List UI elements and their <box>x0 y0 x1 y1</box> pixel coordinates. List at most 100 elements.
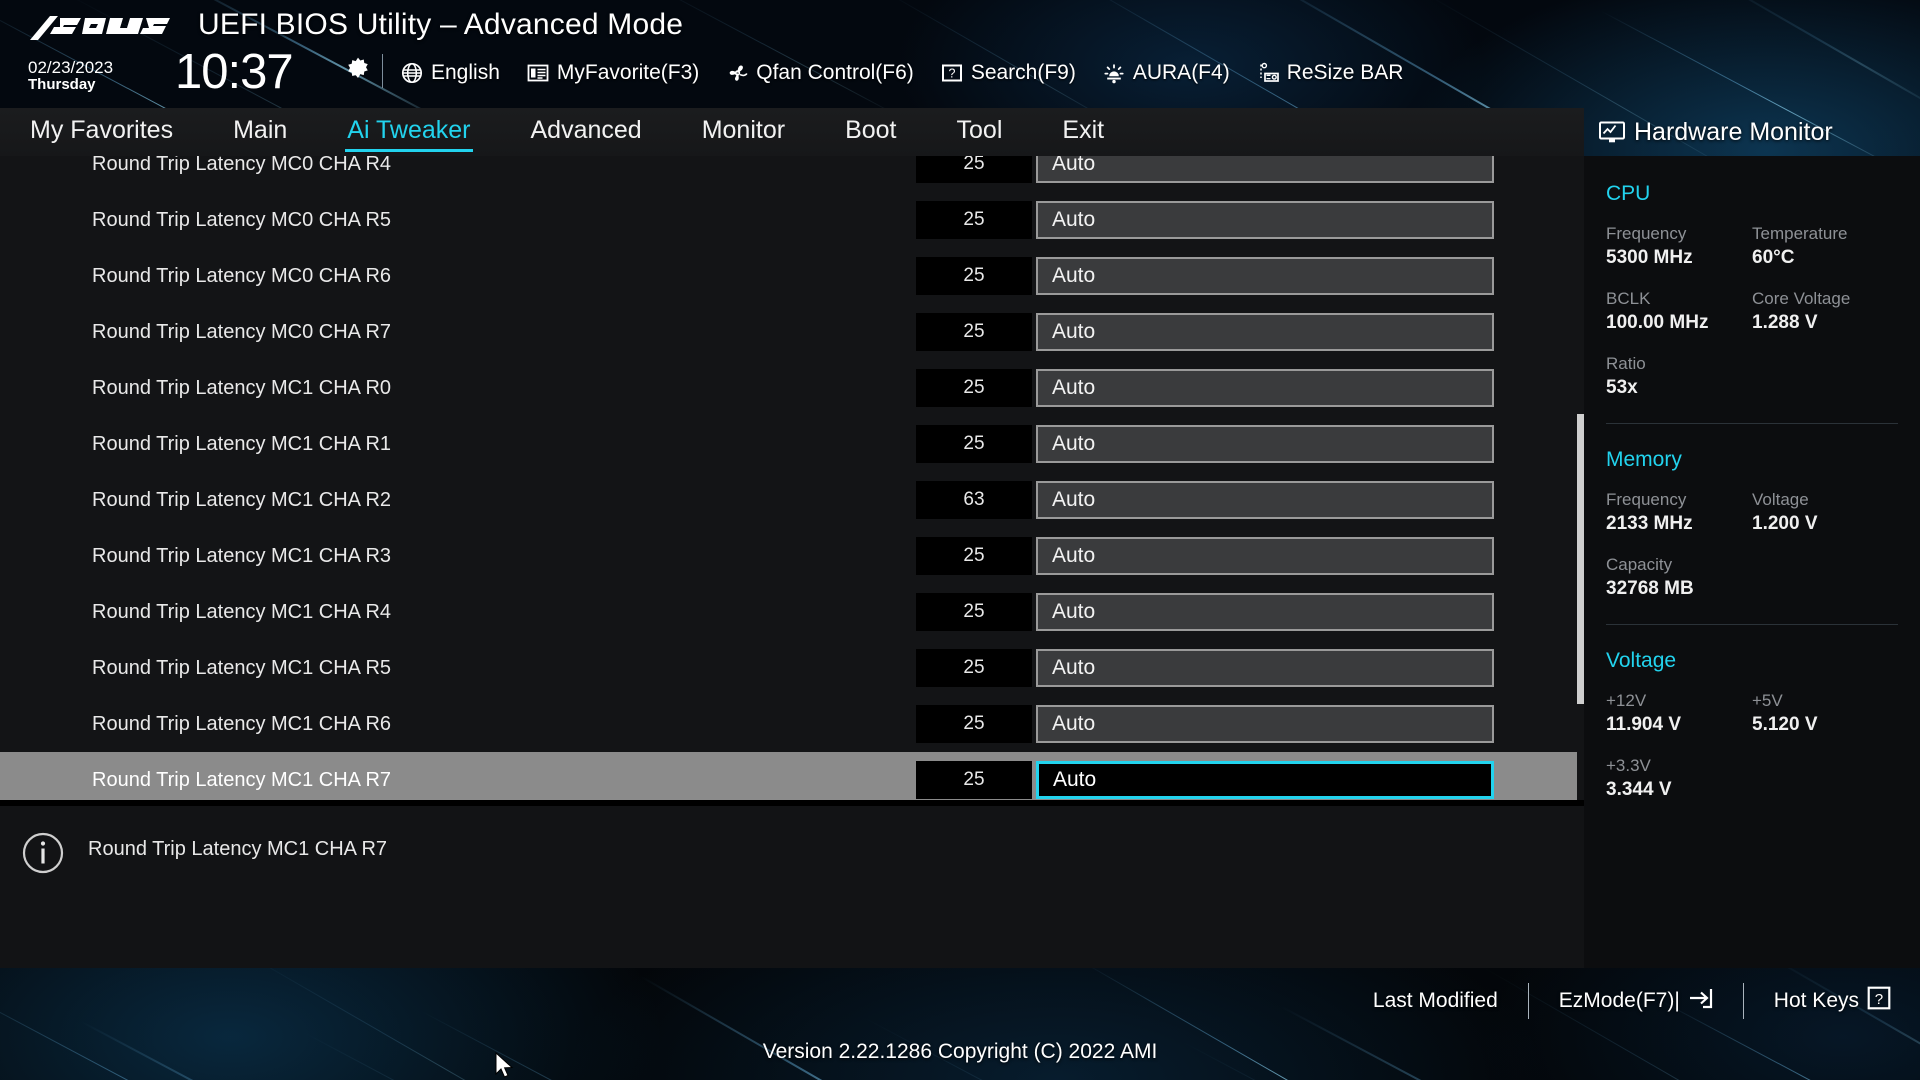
setting-row[interactable]: Round Trip Latency MC0 CHA R5 25Auto <box>0 192 1584 248</box>
hotkeys-button[interactable]: Hot Keys ? <box>1774 985 1892 1017</box>
gear-icon[interactable] <box>345 56 371 82</box>
asus-logo <box>28 10 178 48</box>
toolbar-item-qfan-control[interactable]: Qfan Control(F6) <box>725 61 914 85</box>
setting-label: Round Trip Latency MC1 CHA R7 <box>92 769 391 792</box>
setting-row[interactable]: Round Trip Latency MC1 CHA R625Auto <box>0 696 1584 752</box>
hw-metric-value: 32768 MB <box>1606 578 1898 600</box>
hw-metric-label: Ratio <box>1606 354 1898 374</box>
hw-metric-label: +12V <box>1606 691 1752 711</box>
hw-metric-label: +3.3V <box>1606 756 1898 776</box>
hw-metric-label: Temperature <box>1752 224 1898 244</box>
setting-label: Round Trip Latency MC1 CHA R6 <box>92 713 391 736</box>
weekday-value: Thursday <box>28 77 113 94</box>
ezmode-button[interactable]: EzMode(F7)| <box>1559 987 1713 1015</box>
arrow-right-box-icon <box>1687 987 1713 1015</box>
toolbar-item-resize-bar[interactable]: ReSize BAR <box>1256 61 1404 85</box>
hw-metric-value: 1.288 V <box>1752 312 1898 334</box>
setting-value-field[interactable]: Auto <box>1036 481 1494 519</box>
setting-current-value: 25 <box>916 537 1032 575</box>
nav-tab-my-favorites[interactable]: My Favorites <box>30 116 173 149</box>
setting-current-value: 25 <box>916 201 1032 239</box>
question-box-icon: ? <box>940 61 964 85</box>
setting-label: Round Trip Latency MC0 CHA R4 <box>92 156 391 176</box>
hw-metric-value: 100.00 MHz <box>1606 312 1752 334</box>
setting-row[interactable]: Round Trip Latency MC0 CHA R625Auto <box>0 248 1584 304</box>
setting-value-field[interactable]: Auto <box>1036 593 1494 631</box>
setting-current-value: 25 <box>916 156 1032 183</box>
header: UEFI BIOS Utility – Advanced Mode 02/23/… <box>0 0 1920 108</box>
nav-tab-monitor[interactable]: Monitor <box>702 116 785 149</box>
setting-row[interactable]: Round Trip Latency MC1 CHA R025Auto <box>0 360 1584 416</box>
setting-label: Round Trip Latency MC1 CHA R5 <box>92 657 391 680</box>
setting-row[interactable]: Round Trip Latency MC1 CHA R525Auto <box>0 640 1584 696</box>
hw-metric: Ratio53x <box>1606 354 1898 399</box>
question-box-icon: ? <box>1866 985 1892 1017</box>
page-title: UEFI BIOS Utility – Advanced Mode <box>198 8 683 42</box>
header-divider <box>382 54 383 88</box>
setting-value-field[interactable]: Auto <box>1036 257 1494 295</box>
setting-value-field[interactable]: Auto <box>1036 537 1494 575</box>
setting-row[interactable]: Round Trip Latency MC1 CHA R7 25Auto <box>0 752 1584 800</box>
hw-metric-label: Frequency <box>1606 490 1752 510</box>
setting-row[interactable]: Round Trip Latency MC1 CHA R425Auto <box>0 584 1584 640</box>
setting-current-value: 25 <box>916 761 1032 799</box>
fan-icon <box>725 61 749 85</box>
vertical-scrollbar[interactable] <box>1577 156 1584 800</box>
toolbar-item-language[interactable]: English <box>400 61 500 85</box>
setting-value-field[interactable]: Auto <box>1036 705 1494 743</box>
setting-value-field[interactable]: Auto <box>1036 156 1494 183</box>
hardware-monitor-body: CPUFrequency5300 MHzTemperature60°CBCLK1… <box>1584 156 1920 968</box>
footer-divider <box>1743 983 1744 1019</box>
setting-label: Round Trip Latency MC0 CHA R5 <box>92 209 391 232</box>
nav-tab-main[interactable]: Main <box>233 116 287 149</box>
toolbar-item-aura[interactable]: AURA(F4) <box>1102 61 1230 85</box>
setting-value-field[interactable]: Auto <box>1036 313 1494 351</box>
nav-tab-tool[interactable]: Tool <box>957 116 1003 149</box>
setting-row[interactable]: Round Trip Latency MC0 CHA R4 25Auto <box>0 156 1584 192</box>
hw-section-title-cpu: CPU <box>1606 182 1898 206</box>
bios-window: UEFI BIOS Utility – Advanced Mode 02/23/… <box>0 0 1920 1080</box>
setting-current-value: 25 <box>916 425 1032 463</box>
hw-section-grid: +12V11.904 V+5V5.120 V+3.3V3.344 V <box>1606 691 1898 821</box>
setting-value-field[interactable]: Auto <box>1036 761 1494 799</box>
hw-metric-value: 5.120 V <box>1752 714 1898 736</box>
hw-metric: +3.3V 3.344 V <box>1606 756 1898 801</box>
last-modified-button[interactable]: Last Modified <box>1373 989 1498 1013</box>
setting-label: Round Trip Latency MC0 CHA R6 <box>92 265 391 288</box>
hw-metric: Core Voltage1.288 V <box>1752 289 1898 334</box>
setting-row[interactable]: Round Trip Latency MC1 CHA R125Auto <box>0 416 1584 472</box>
ezmode-label: EzMode(F7)| <box>1559 989 1680 1013</box>
nav-tab-ai-tweaker[interactable]: Ai Tweaker <box>347 116 470 149</box>
hw-metric-label: Capacity <box>1606 555 1898 575</box>
toolbar-label-language: English <box>431 61 500 85</box>
nav-tab-exit[interactable]: Exit <box>1062 116 1104 149</box>
nav-tab-advanced[interactable]: Advanced <box>531 116 642 149</box>
setting-row[interactable]: Round Trip Latency MC1 CHA R263Auto <box>0 472 1584 528</box>
hardware-monitor-header: Hardware Monitor <box>1584 108 1920 156</box>
aura-light-icon <box>1102 61 1126 85</box>
date-value: 02/23/2023 <box>28 58 113 77</box>
globe-icon <box>400 61 424 85</box>
hw-metric-value: 5300 MHz <box>1606 247 1752 269</box>
setting-value-field[interactable]: Auto <box>1036 649 1494 687</box>
monitor-chart-icon <box>1598 120 1626 144</box>
setting-current-value: 25 <box>916 313 1032 351</box>
help-info-bar: Round Trip Latency MC1 CHA R7 <box>0 800 1584 968</box>
nav-tab-boot[interactable]: Boot <box>845 116 896 149</box>
setting-value-field[interactable]: Auto <box>1036 369 1494 407</box>
setting-value-field[interactable]: Auto <box>1036 425 1494 463</box>
hardware-monitor-title: Hardware Monitor <box>1634 118 1833 147</box>
hw-metric-label: Voltage <box>1752 490 1898 510</box>
setting-row[interactable]: Round Trip Latency MC1 CHA R325Auto <box>0 528 1584 584</box>
toolbar-item-search[interactable]: ? Search(F9) <box>940 61 1076 85</box>
hw-metric-value: 3.344 V <box>1606 779 1898 801</box>
header-toolbar: English MyFavorite(F3) <box>400 56 1429 90</box>
setting-row[interactable]: Round Trip Latency MC0 CHA R725Auto <box>0 304 1584 360</box>
setting-value-field[interactable]: Auto <box>1036 201 1494 239</box>
resize-bar-icon <box>1256 61 1280 85</box>
scrollbar-thumb[interactable] <box>1577 414 1584 704</box>
hw-metric: Temperature60°C <box>1752 224 1898 269</box>
toolbar-item-myfavorite[interactable]: MyFavorite(F3) <box>526 61 699 85</box>
setting-current-value: 63 <box>916 481 1032 519</box>
hw-metric: Capacity 32768 MB <box>1606 555 1898 600</box>
